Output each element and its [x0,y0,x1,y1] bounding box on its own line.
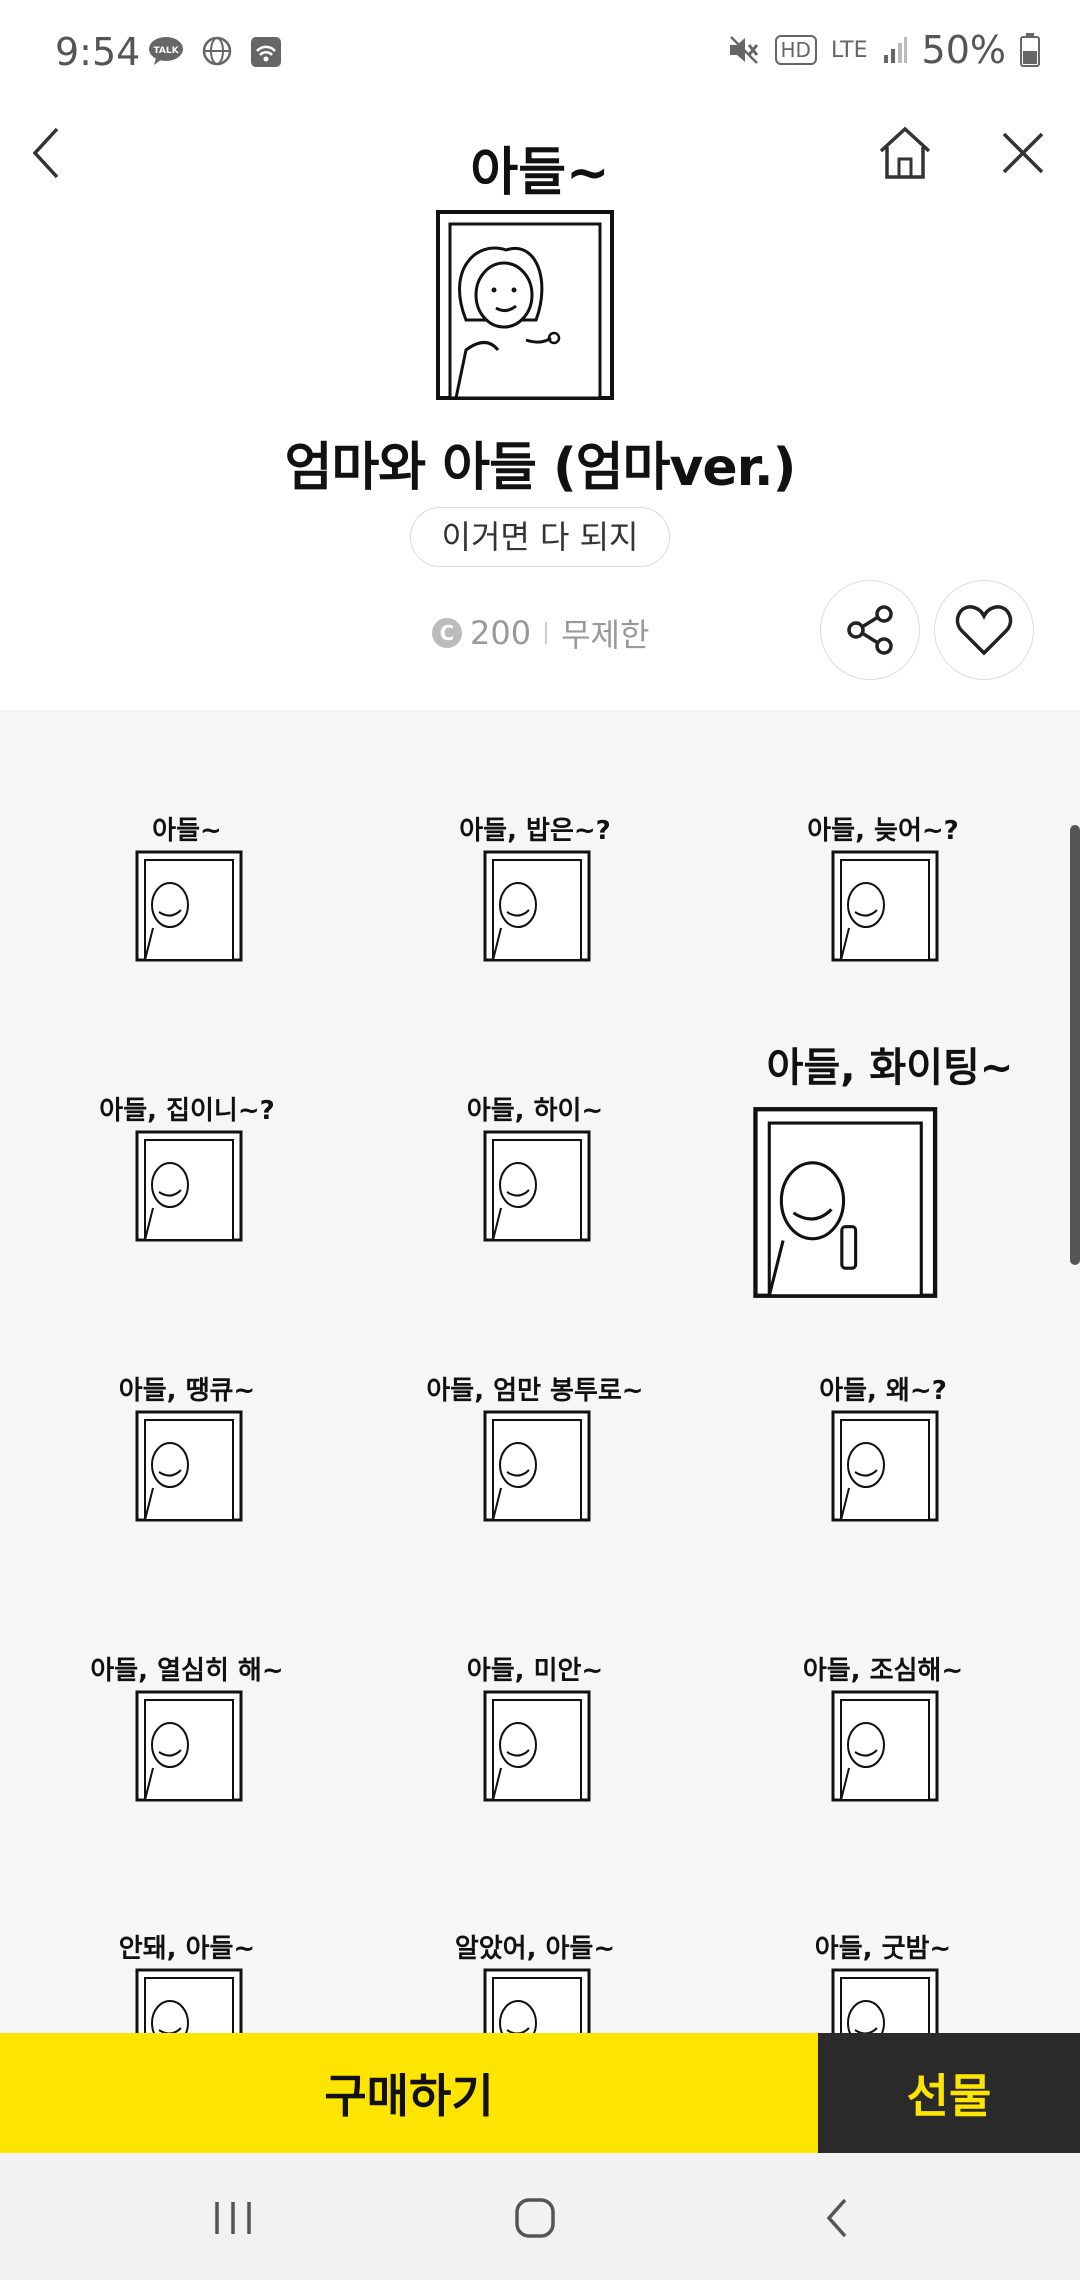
coin-icon: C [432,618,462,648]
sticker-caption: 아들, 화이팅~ [766,1045,1014,1091]
sticker-caption: 아들, 굿밤~ [814,1934,952,1964]
gift-button[interactable]: 선물 [818,2033,1080,2153]
sticker-caption: 아들, 엄만 봉투로~ [426,1376,644,1406]
sticker-caption: 알았어, 아들~ [454,1934,616,1964]
talk-icon: TALK [149,37,183,65]
sticker-item-selected[interactable]: 아들, 화이팅~ [730,1035,1050,1305]
sticker-caption: 아들, 왜~? [819,1376,947,1406]
sticker-image [483,1410,591,1522]
share-icon [847,605,893,655]
sticker-item[interactable]: 아들, 하이~ [410,1090,660,1290]
hero-caption: 아들~ [470,143,610,203]
sticker-caption: 아들, 밥은~? [459,816,611,846]
sticker-item[interactable]: 아들, 조심해~ [758,1650,1008,1850]
sticker-caption: 안돼, 아들~ [118,1934,256,1964]
signal-icon [883,37,907,63]
purchase-bar: 구매하기 선물 [0,2033,1080,2153]
hero-sticker: 아들~ [0,110,1080,410]
sticker-image [831,1410,939,1522]
hero-sticker-image [436,210,614,400]
sticker-item[interactable]: 아들~ [62,810,312,1010]
sticker-item[interactable]: 아들, 밥은~? [410,810,660,1010]
product-title: 엄마와 아들 (엄마ver.) [284,438,797,498]
sticker-item[interactable]: 아들, 미안~ [410,1650,660,1850]
sticker-image [831,1968,939,2033]
sticker-image [483,1968,591,2033]
status-right-icons: HD LTE 50% [727,28,1040,72]
sticker-caption: 아들, 조심해~ [802,1656,964,1686]
buy-button[interactable]: 구매하기 [0,2033,818,2153]
sticker-item[interactable]: 아들, 엄만 봉투로~ [410,1370,660,1570]
sticker-item[interactable]: 아들, 집이니~? [62,1090,312,1290]
heart-icon [955,605,1013,656]
product-subtitle: 이거면 다 되지 [410,507,670,567]
sticker-image [135,850,243,962]
duration-label: 무제한 [561,616,650,654]
sticker-image [483,1130,591,1242]
sticker-caption: 아들, 땡큐~ [118,1376,256,1406]
battery-percent: 50% [921,28,1006,72]
battery-icon [1020,33,1040,67]
price-row: C 200 무제한 [432,610,649,656]
price-separator [545,622,548,644]
recent-apps-icon [215,2202,251,2234]
home-nav-button[interactable] [505,2188,565,2248]
sticker-item[interactable]: 알았어, 아들~ [410,1928,660,2033]
sticker-caption: 아들~ [152,816,222,846]
sticker-image [135,1130,243,1242]
price-value: 200 [470,614,532,652]
globe-icon [202,36,232,66]
sticker-image [753,1107,938,1298]
sticker-image [135,1410,243,1522]
mute-icon [729,36,758,64]
sticker-caption: 아들, 늦어~? [807,816,959,846]
status-notification-icons: TALK [148,36,282,68]
sticker-image [135,1690,243,1802]
sticker-item[interactable]: 아들, 굿밤~ [758,1928,1008,2033]
sticker-item[interactable]: 안돼, 아들~ [62,1928,312,2033]
network-type: LTE [830,37,868,63]
sticker-item[interactable]: 아들, 왜~? [758,1370,1008,1570]
sticker-image [483,850,591,962]
sticker-caption: 아들, 집이니~? [99,1096,275,1126]
sticker-caption: 아들, 하이~ [466,1096,604,1126]
sticker-grid[interactable]: 아들~ 아들, 밥은~? 아들, 늦어~? 아들, 집이니~? 아들, 하이~ … [0,710,1080,2033]
like-button[interactable] [934,580,1034,680]
sticker-caption: 아들, 미안~ [466,1656,604,1686]
sticker-image [831,1690,939,1802]
sticker-image [135,1968,243,2033]
sticker-item[interactable]: 아들, 땡큐~ [62,1370,312,1570]
status-time: 9:54 [55,30,141,74]
wifi-hotspot-icon [251,37,281,67]
sticker-item[interactable]: 아들, 열심히 해~ [62,1650,312,1850]
back-nav-button[interactable] [808,2188,868,2248]
status-bar: 9:54 TALK HD LTE 50% [0,0,1080,100]
recent-apps-button[interactable] [203,2188,263,2248]
home-nav-icon [515,2198,555,2238]
system-nav-bar [0,2153,1080,2280]
back-nav-icon [826,2198,847,2238]
svg-text:TALK: TALK [153,46,179,56]
sticker-caption: 아들, 열심히 해~ [90,1656,284,1686]
hd-badge: HD [774,35,817,65]
sticker-image [483,1690,591,1802]
sticker-item[interactable]: 아들, 늦어~? [758,810,1008,1010]
share-button[interactable] [820,580,920,680]
sticker-image [831,850,939,962]
scrollbar[interactable] [1070,825,1080,1265]
